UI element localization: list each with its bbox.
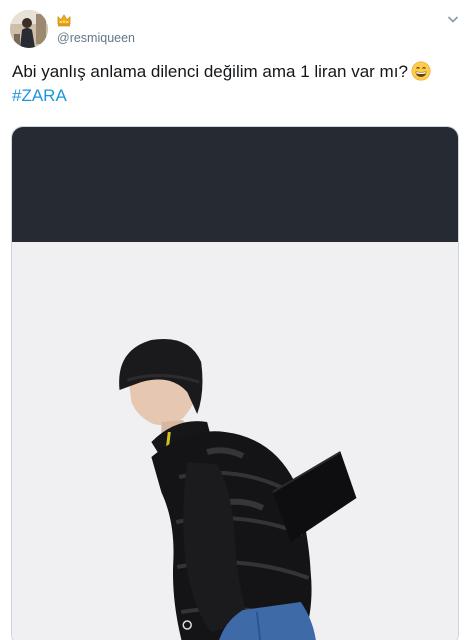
tweet-text-body: Abi yanlış anlama dilenci değilim ama 1 … (12, 62, 408, 81)
product-photo[interactable] (12, 242, 458, 640)
hashtag-link[interactable]: #ZARA (12, 84, 452, 108)
media-banner (12, 127, 458, 242)
avatar-image (10, 10, 48, 48)
media-card[interactable] (11, 126, 459, 640)
crown-icon (57, 14, 71, 27)
tweet: @resmiqueen Abi yanlış anlama dilenci de… (0, 0, 471, 640)
tweet-text-line: Abi yanlış anlama dilenci değilim ama 1 … (12, 60, 452, 84)
tweet-text: Abi yanlış anlama dilenci değilim ama 1 … (12, 60, 452, 108)
grinning-face-icon (411, 61, 431, 81)
user-handle[interactable]: @resmiqueen (57, 31, 135, 45)
avatar[interactable] (10, 10, 48, 48)
chevron-down-icon[interactable] (447, 15, 459, 24)
